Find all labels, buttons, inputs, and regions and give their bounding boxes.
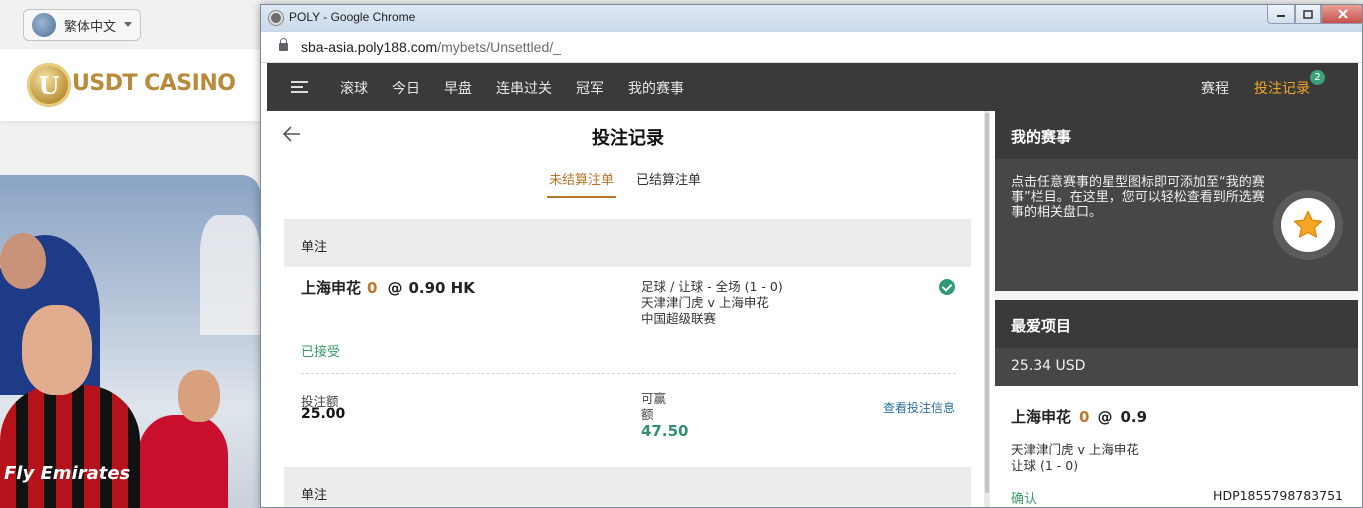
close-button[interactable]: [1321, 5, 1362, 24]
bet-at: @: [387, 279, 403, 297]
bet-card: 上海申花 0 @0.90 HK 足球 / 让球 - 全场 (1 - 0) 天津津门虎…: [284, 263, 971, 463]
nav-item-my-events[interactable]: 我的赛事: [628, 78, 684, 98]
fav-match-info: 天津津门虎 v 上海申花 让球 (1 - 0): [1011, 442, 1139, 474]
nav-item-outright[interactable]: 冠军: [576, 78, 604, 98]
lock-icon: [279, 38, 288, 51]
promo-banner[interactable]: Fly Emirates: [0, 175, 260, 508]
close-icon: [1337, 9, 1348, 19]
page-title: 投注记录: [592, 128, 664, 149]
to-win-label: 可赢额: [641, 391, 667, 422]
bet-selection: 上海申花 0 @0.90 HK: [301, 277, 475, 298]
nav-item-parlay[interactable]: 连串过关: [496, 78, 552, 98]
fav-team: 上海申花: [1011, 408, 1072, 426]
hamburger-menu-icon[interactable]: [291, 81, 308, 93]
language-label: 繁体中文: [64, 19, 117, 35]
my-events-info: 点击任意赛事的星型图标即可添加至“我的赛事”栏目。在这里，您可以轻松查看到所选赛…: [995, 159, 1358, 291]
bet-match-info: 足球 / 让球 - 全场 (1 - 0) 天津津门虎 v 上海申花 中国超级联赛: [641, 279, 783, 327]
stake-value: 25.00: [301, 406, 346, 422]
banner-figure: [0, 233, 46, 289]
chevron-down-icon: [124, 22, 132, 27]
bet-status: 已接受: [301, 345, 341, 360]
nav-item-live[interactable]: 滚球: [340, 78, 368, 98]
title-bar[interactable]: POLY - Google Chrome: [261, 5, 1362, 32]
banner-figure: [178, 370, 220, 422]
url-text[interactable]: sba-asia.poly188.com/mybets/Unsettled/_: [301, 39, 561, 55]
my-events-title: 我的赛事: [995, 111, 1358, 159]
bet-market: 足球 / 让球 - 全场 (1 - 0): [641, 279, 783, 294]
casino-logo-badge: U: [27, 63, 71, 107]
banner-figure: [138, 415, 228, 508]
language-selector[interactable]: 繁体中文: [23, 9, 141, 41]
chrome-icon: [269, 11, 283, 25]
fav-at: @: [1097, 408, 1113, 426]
fav-reference-id: HDP1855798783751: [1213, 488, 1343, 503]
view-bet-details-link[interactable]: 查看投注信息: [883, 399, 955, 416]
minimize-button[interactable]: [1267, 5, 1295, 24]
star-badge: [1273, 190, 1343, 260]
divider: [301, 373, 956, 374]
bet-count-badge: 2: [1310, 70, 1325, 85]
bet-type-header: 单注: [284, 219, 971, 267]
globe-icon: [32, 13, 56, 37]
fav-match: 天津津门虎 v 上海申花: [1011, 442, 1139, 457]
tab-settled[interactable]: 已结算注单: [636, 169, 701, 188]
banner-figure: [0, 385, 140, 508]
bet-match: 天津津门虎 v 上海申花: [641, 295, 769, 310]
my-events-description: 点击任意赛事的星型图标即可添加至“我的赛事”栏目。在这里，您可以轻松查看到所选赛…: [1011, 175, 1265, 220]
fav-selection: 上海申花 0 @0.9: [1011, 406, 1147, 427]
bet-type-header: 单注: [284, 467, 971, 507]
minimize-icon: [1277, 15, 1285, 17]
logo-bar: U USDT CASINO: [0, 49, 260, 121]
nav-item-schedule[interactable]: 赛程: [1201, 78, 1229, 98]
url-host: sba-asia.poly188.com: [301, 39, 438, 55]
casino-logo-text[interactable]: USDT CASINO: [72, 71, 236, 96]
bet-team: 上海申花: [301, 279, 362, 297]
star-icon: [1293, 210, 1323, 238]
tab-unsettled[interactable]: 未结算注单: [546, 169, 617, 198]
bet-handicap: 0: [367, 279, 378, 297]
nav-item-today[interactable]: 今日: [392, 78, 420, 98]
maximize-button[interactable]: [1295, 5, 1321, 24]
bet-odds: 0.90 HK: [408, 279, 475, 297]
fav-market: 让球 (1 - 0): [1011, 458, 1079, 473]
favorite-bet-card[interactable]: 上海申花 0 @0.9 天津津门虎 v 上海申花 让球 (1 - 0) 确认 HDP…: [995, 386, 1358, 507]
fav-handicap: 0: [1079, 408, 1090, 426]
url-path: /mybets/Unsettled/_: [437, 39, 561, 55]
favorites-amount: 25.34 USD: [995, 348, 1358, 386]
nav-item-early[interactable]: 早盘: [444, 78, 472, 98]
scrollbar-thumb[interactable]: [985, 113, 989, 493]
nav-item-bet-records[interactable]: 投注记录: [1254, 78, 1310, 98]
background-page: 繁体中文 U USDT CASINO Fly Emirates: [0, 0, 260, 508]
banner-figure: [22, 305, 92, 395]
fav-status: 确认: [1011, 492, 1038, 507]
fav-odds: 0.9: [1120, 408, 1148, 426]
bet-records-panel: 投注记录 未结算注单 已结算注单 单注 上海申花 0 @0.90 HK 足球 / 让…: [267, 111, 989, 507]
maximize-icon: [1303, 9, 1313, 19]
site-nav: 滚球 今日 早盘 连串过关 冠军 我的赛事 赛程 投注记录 2: [267, 63, 1358, 111]
bet-league: 中国超级联赛: [641, 311, 717, 326]
right-sidebar: 我的赛事 点击任意赛事的星型图标即可添加至“我的赛事”栏目。在这里，您可以轻松查…: [995, 111, 1358, 507]
star-badge-inner: [1281, 198, 1335, 252]
favorites-title[interactable]: 最爱项目: [995, 300, 1358, 348]
browser-window: POLY - Google Chrome sba-asia.poly188.co…: [260, 4, 1363, 508]
to-win-value: 47.50: [641, 422, 689, 440]
address-bar[interactable]: sba-asia.poly188.com/mybets/Unsettled/_: [261, 32, 1362, 63]
window-title: POLY - Google Chrome: [289, 10, 416, 24]
banner-sponsor-text: Fly Emirates: [4, 463, 131, 484]
check-circle-icon: [939, 279, 955, 295]
banner-figure: [200, 215, 260, 335]
